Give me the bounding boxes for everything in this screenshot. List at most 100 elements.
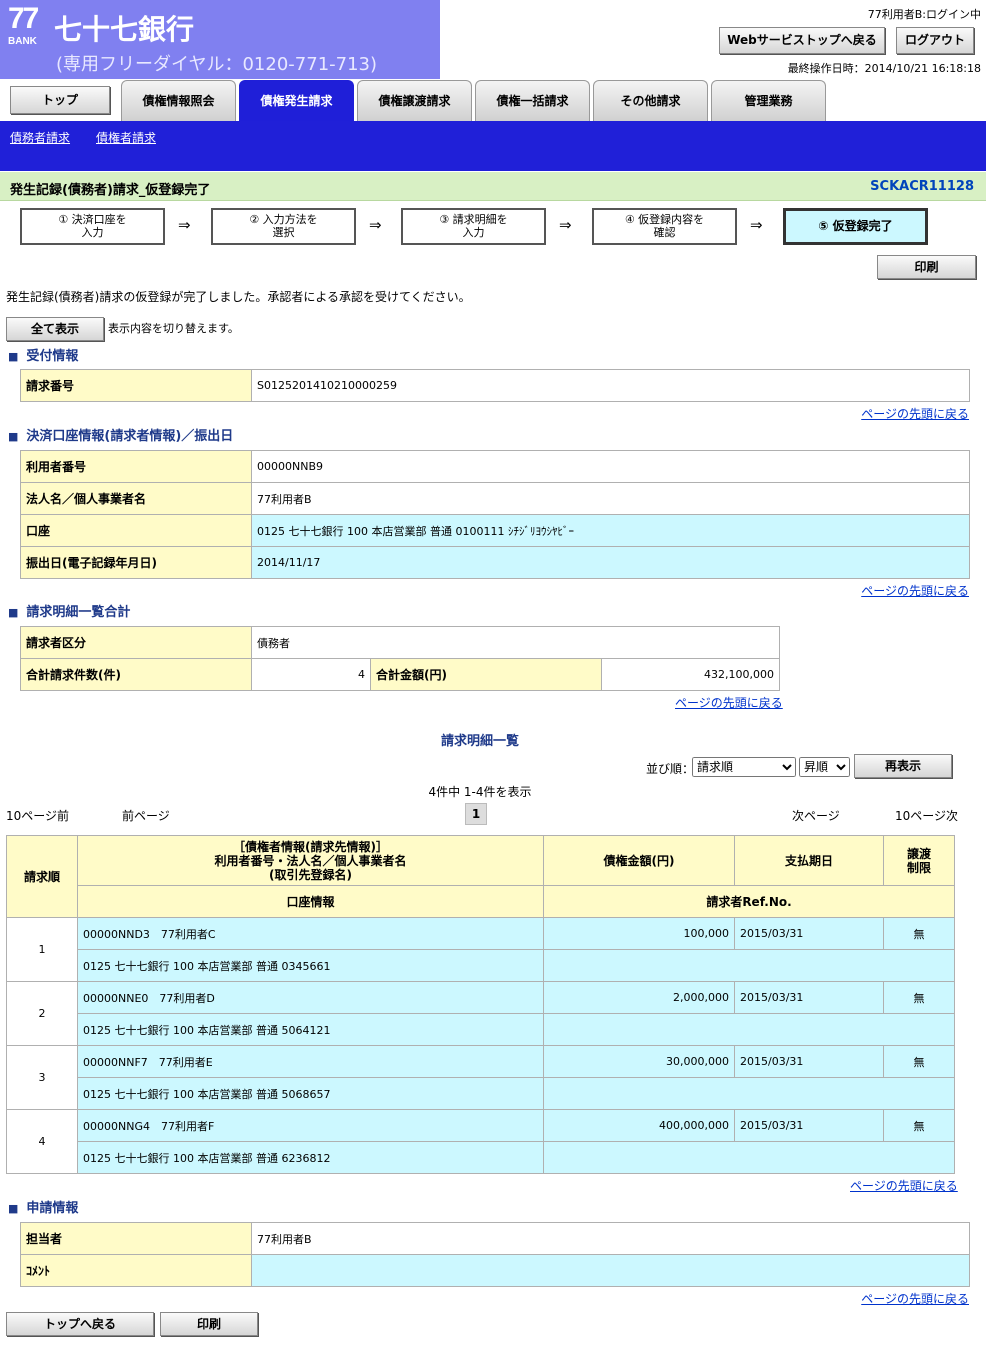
col-transfer-restriction: 譲渡 制限 — [883, 835, 955, 886]
row-due-date: 2015/03/31 — [734, 1045, 884, 1078]
logout-button[interactable]: ログアウト — [896, 27, 974, 54]
requester-type-value: 債務者 — [251, 626, 780, 659]
screen-code: SCKACR11128 — [870, 179, 974, 194]
account-label: 口座 — [20, 514, 252, 547]
subnav-debtor-request[interactable]: 債務者請求 — [10, 129, 70, 146]
comment-value — [251, 1254, 970, 1287]
account-table: 利用者番号 00000NNB9 法人名／個人事業者名 77利用者B 口座 012… — [20, 450, 970, 579]
page-top-link[interactable]: ページの先頭に戻る — [675, 694, 783, 711]
tab-other-request[interactable]: その他請求 — [593, 80, 708, 121]
row-order: 1 — [6, 917, 78, 982]
section-summary: 請求明細一覧合計 — [8, 601, 130, 620]
table-row: 1 00000NND3 77利用者C 100,000 2015/03/31 無 — [6, 917, 955, 982]
row-account: 0125 七十七銀行 100 本店営業部 普通 6236812 — [77, 1141, 544, 1174]
row-account: 0125 七十七銀行 100 本店営業部 普通 5064121 — [77, 1013, 544, 1046]
tab-management[interactable]: 管理業務 — [711, 80, 826, 121]
step-arrow-icon: ⇒ — [559, 216, 572, 234]
reception-table: 請求番号 S0125201410210000259 — [20, 369, 970, 402]
show-all-button[interactable]: 全て表示 — [6, 317, 104, 341]
row-account: 0125 七十七銀行 100 本店営業部 普通 0345661 — [77, 949, 544, 982]
company-name-label: 法人名／個人事業者名 — [20, 482, 252, 515]
row-account: 0125 七十七銀行 100 本店営業部 普通 5068657 — [77, 1077, 544, 1110]
issue-date-value: 2014/11/17 — [251, 546, 970, 579]
row-creditor: 00000NNG4 77利用者F — [77, 1109, 544, 1142]
tab-bulk-request[interactable]: 債権一括請求 — [475, 80, 590, 121]
table-row: 0125 七十七銀行 100 本店営業部 普通 5068657 — [7, 1077, 955, 1110]
next-10-pages: 10ページ次 — [895, 809, 959, 823]
sort-label: 並び順： — [646, 762, 695, 776]
row-order: 2 — [6, 981, 78, 1046]
step-2: ② 入力方法を 選択 — [211, 208, 356, 245]
person-in-charge-value: 77利用者B — [251, 1222, 970, 1255]
step-arrow-icon: ⇒ — [369, 216, 382, 234]
next-page: 次ページ — [792, 809, 840, 823]
page-top-link[interactable]: ページの先頭に戻る — [861, 405, 969, 422]
row-creditor: 00000NND3 77利用者C — [77, 917, 544, 950]
result-count: 4件中 1-4件を表示 — [428, 785, 532, 799]
request-number-value: S0125201410210000259 — [251, 369, 970, 402]
row-restriction: 無 — [883, 1045, 955, 1078]
back-to-top-button[interactable]: トップへ戻る — [6, 1312, 154, 1336]
bank-name: 七十七銀行 — [54, 13, 195, 46]
col-creditor-info: ［債権者情報(請求先情報)］ 利用者番号・法人名／個人事業者名 (取引先登録名) — [77, 835, 544, 886]
col-amount: 債権金額(円) — [543, 835, 735, 886]
table-row: 0125 七十七銀行 100 本店営業部 普通 5064121 — [7, 1013, 955, 1046]
row-ref-no — [543, 1077, 955, 1110]
person-in-charge-label: 担当者 — [20, 1222, 252, 1255]
request-number-label: 請求番号 — [20, 369, 252, 402]
total-count-value: 4 — [251, 658, 371, 691]
page-top-link[interactable]: ページの先頭に戻る — [861, 1290, 969, 1307]
page-top-link[interactable]: ページの先頭に戻る — [850, 1177, 958, 1194]
print-button-bottom[interactable]: 印刷 — [160, 1312, 258, 1336]
total-amount-value: 432,100,000 — [601, 658, 780, 691]
tab-claim-transfer[interactable]: 債権譲渡請求 — [357, 80, 472, 121]
row-due-date: 2015/03/31 — [734, 1109, 884, 1142]
application-table: 担当者 77利用者B ｺﾒﾝﾄ — [20, 1222, 970, 1287]
tab-top[interactable]: トップ — [10, 86, 110, 114]
row-amount: 400,000,000 — [543, 1109, 735, 1142]
prev-page: 前ページ — [122, 809, 170, 823]
row-order: 3 — [6, 1045, 78, 1110]
last-operation-time: 最終操作日時：2014/10/21 16:18:18 — [787, 62, 981, 75]
subnav-creditor-request[interactable]: 債権者請求 — [96, 129, 156, 146]
page-top-link[interactable]: ページの先頭に戻る — [861, 582, 969, 599]
row-due-date: 2015/03/31 — [734, 917, 884, 950]
row-order: 4 — [6, 1109, 78, 1174]
toggle-description: 表示内容を切り替えます。 — [108, 322, 239, 335]
completion-message: 発生記録(債務者)請求の仮登録が完了しました。承認者による承認を受けてください。 — [6, 290, 471, 304]
comment-label: ｺﾒﾝﾄ — [20, 1254, 252, 1287]
step-4: ④ 仮登録内容を 確認 — [592, 208, 737, 245]
step-arrow-icon: ⇒ — [750, 216, 763, 234]
row-amount: 2,000,000 — [543, 981, 735, 1014]
summary-table: 請求者区分 債務者 合計請求件数(件) 4 合計金額(円) 432,100,00… — [20, 626, 780, 691]
user-number-value: 00000NNB9 — [251, 450, 970, 483]
web-service-top-button[interactable]: Webサービストップへ戻る — [719, 27, 885, 54]
total-amount-label: 合計金額(円) — [370, 658, 602, 691]
col-request-order: 請求順 — [6, 835, 78, 918]
list-heading: 請求明細一覧 — [440, 734, 519, 749]
step-5-current: ⑤ 仮登録完了 — [783, 208, 928, 245]
tab-claim-inquiry[interactable]: 債権情報照会 — [121, 80, 236, 121]
table-row: 4 00000NNG4 77利用者F 400,000,000 2015/03/31 無 — [6, 1109, 955, 1174]
row-restriction: 無 — [883, 981, 955, 1014]
col-ref-no: 請求者Ref.No. — [543, 885, 955, 918]
company-name-value: 77利用者B — [251, 482, 970, 515]
row-ref-no — [543, 1141, 955, 1174]
total-count-label: 合計請求件数(件) — [20, 658, 252, 691]
tab-claim-issuance[interactable]: 債権発生請求 — [239, 80, 354, 121]
account-value: 0125 七十七銀行 100 本店営業部 普通 0100111 ｼﾁｼﾞﾘﾖｳｼ… — [251, 514, 970, 547]
row-restriction: 無 — [883, 1109, 955, 1142]
bank-logo-sub: BANK — [8, 36, 37, 47]
print-button-top[interactable]: 印刷 — [877, 255, 976, 279]
row-ref-no — [543, 949, 955, 982]
sort-select[interactable]: 請求順 — [692, 757, 796, 777]
redisplay-button[interactable]: 再表示 — [854, 754, 952, 778]
page-title: 発生記録(債務者)請求_仮登録完了 — [10, 183, 211, 198]
page-number-current[interactable]: 1 — [465, 803, 487, 825]
section-reception: 受付情報 — [8, 345, 78, 364]
prev-10-pages: 10ページ前 — [6, 809, 70, 823]
order-select[interactable]: 昇順 — [799, 757, 850, 777]
section-application: 申請情報 — [8, 1197, 78, 1216]
row-creditor: 00000NNE0 77利用者D — [77, 981, 544, 1014]
page-title-bar: 発生記録(債務者)請求_仮登録完了 SCKACR11128 — [0, 172, 986, 201]
